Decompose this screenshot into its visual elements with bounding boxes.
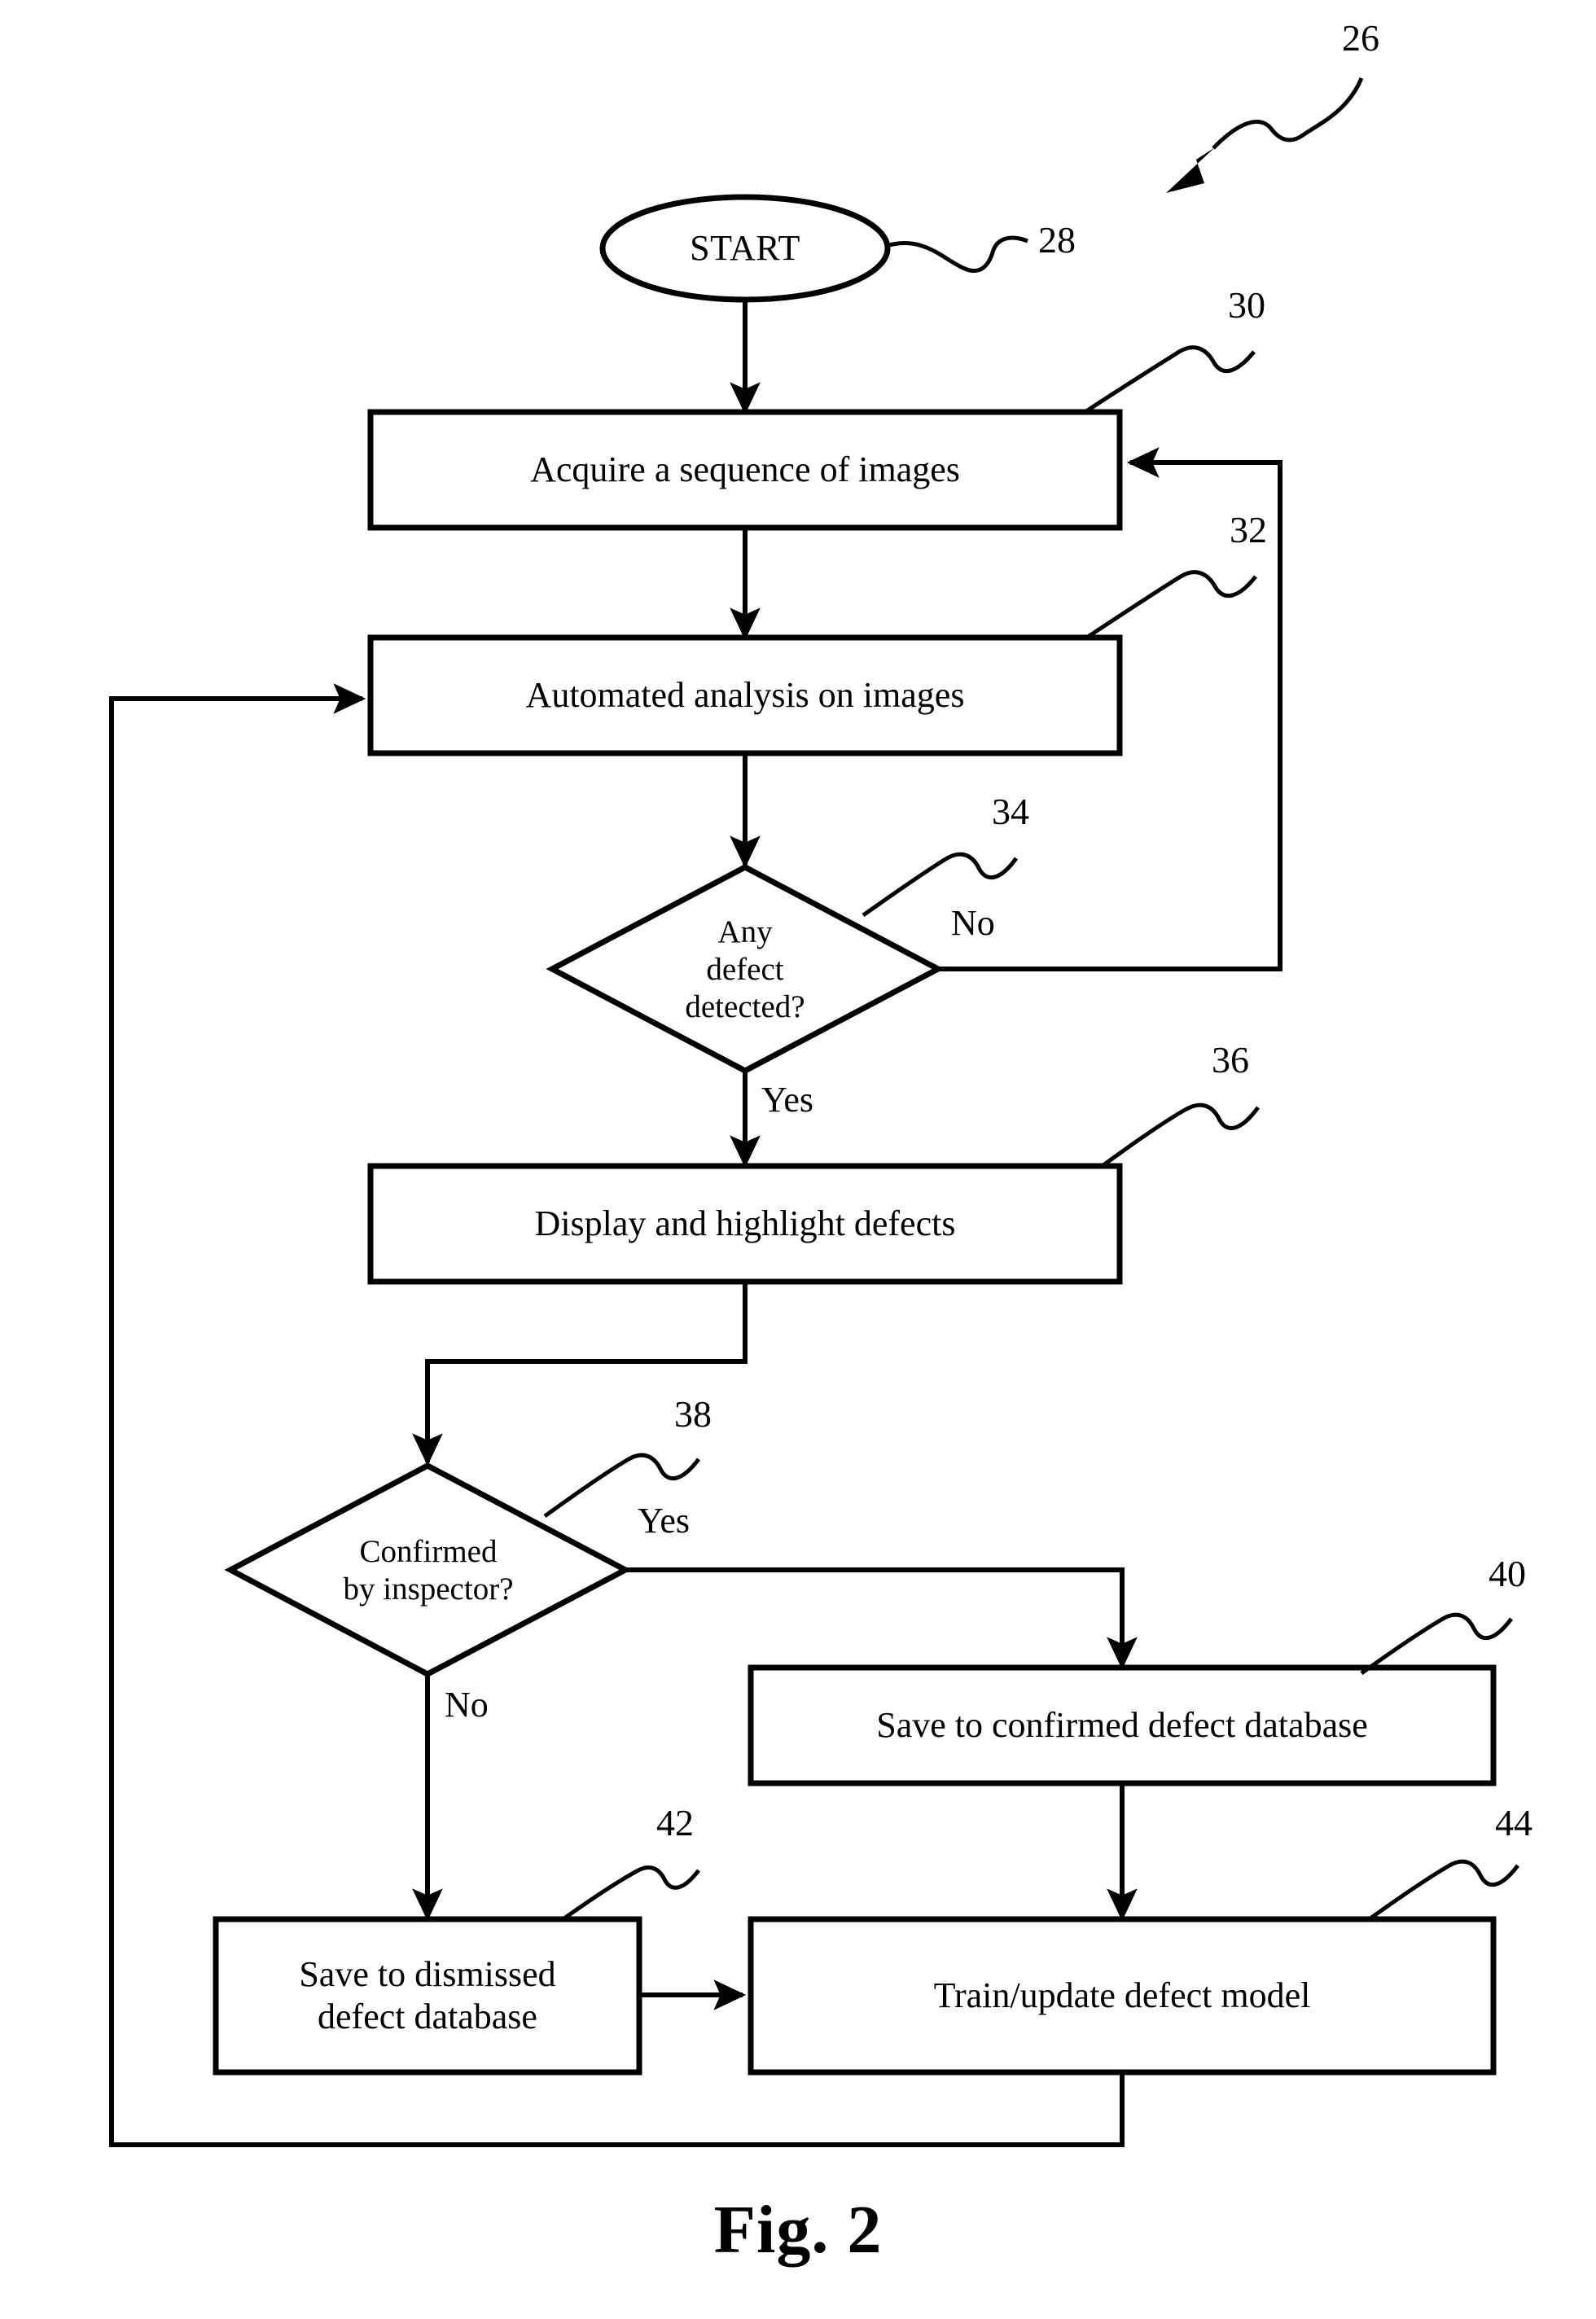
leader-line-42: [560, 1865, 700, 1922]
edge-confirmcheck-yes-to-saveconfirmed: [625, 1567, 1138, 1670]
display-box[interactable]: [370, 1166, 1120, 1282]
leader-line-36: [1099, 1103, 1261, 1169]
leader-line-28: [886, 235, 1028, 273]
leader-arrow-26: [1166, 147, 1215, 193]
reference-numeral-30: 30: [1228, 284, 1265, 326]
reference-numeral-36: 36: [1212, 1039, 1249, 1081]
figure-caption: Fig. 2: [713, 2192, 883, 2268]
reference-numeral-32: 32: [1230, 509, 1267, 550]
reference-numeral-34: 34: [992, 791, 1029, 832]
edge-label-defect-yes: Yes: [761, 1080, 814, 1120]
analysis-box[interactable]: [370, 638, 1120, 753]
reference-numeral-26: 26: [1342, 17, 1379, 59]
defect-check-diamond[interactable]: [552, 867, 938, 1071]
edge-label-confirm-yes: Yes: [638, 1501, 691, 1541]
figure-canvas: START Acquire a sequence of images Autom…: [0, 0, 1596, 2319]
save-dismissed-box[interactable]: [216, 1919, 639, 2072]
confirm-check-diamond[interactable]: [230, 1466, 625, 1674]
leader-line-30: [1082, 345, 1256, 415]
start-terminator[interactable]: [603, 197, 888, 300]
leader-line-40: [1360, 1612, 1513, 1676]
leader-line-26: [1212, 77, 1364, 150]
reference-numeral-40: 40: [1489, 1553, 1526, 1594]
reference-numeral-42: 42: [656, 1802, 694, 1843]
reference-numeral-44: 44: [1495, 1802, 1532, 1843]
leader-line-32: [1084, 570, 1257, 641]
edge-label-defect-no: No: [951, 903, 995, 943]
acquire-box[interactable]: [370, 412, 1120, 528]
leader-line-44: [1366, 1859, 1519, 1922]
train-box[interactable]: [751, 1919, 1493, 2072]
save-confirmed-box[interactable]: [751, 1668, 1493, 1783]
edge-label-confirm-no: No: [445, 1685, 489, 1725]
reference-numeral-38: 38: [674, 1393, 712, 1435]
reference-numeral-28: 28: [1038, 219, 1076, 261]
